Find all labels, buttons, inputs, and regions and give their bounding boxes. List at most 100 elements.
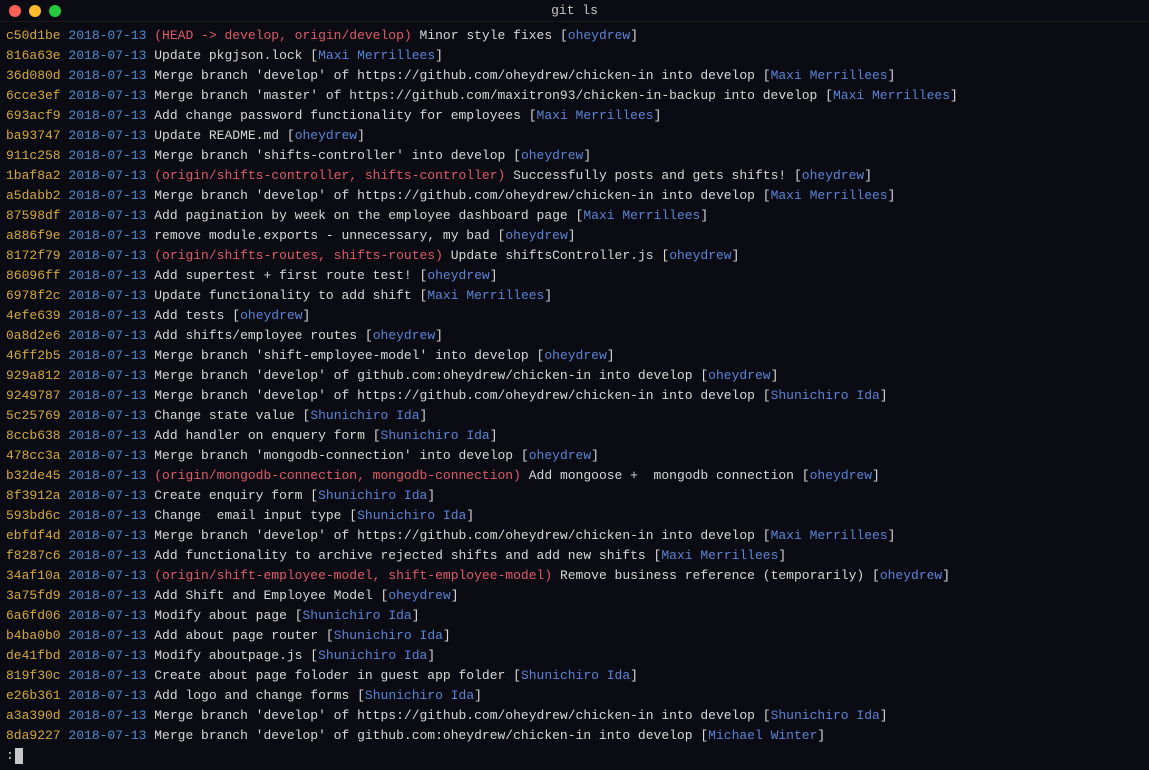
commit-message: Add pagination by week on the employee d… (154, 208, 567, 223)
terminal-output[interactable]: c50d1be 2018-07-13 (HEAD -> develop, ori… (0, 22, 1149, 770)
bracket-close: ] (630, 28, 638, 43)
bracket-open: [ (700, 728, 708, 743)
commit-line: 8f3912a 2018-07-13 Create enquiry form [… (6, 486, 1143, 506)
commit-author: oheydrew (880, 568, 942, 583)
bracket-open: [ (825, 88, 833, 103)
commit-hash: a3a390d (6, 708, 61, 723)
commit-hash: f8287c6 (6, 548, 61, 563)
cursor (15, 748, 23, 764)
bracket-close: ] (544, 288, 552, 303)
commit-date: 2018-07-13 (68, 388, 146, 403)
commit-author: Maxi Merrillees (583, 208, 700, 223)
commit-hash: 5c25769 (6, 408, 61, 423)
commit-date: 2018-07-13 (68, 608, 146, 623)
commit-line: e26b361 2018-07-13 Add logo and change f… (6, 686, 1143, 706)
bracket-open: [ (763, 388, 771, 403)
commit-message: Add change password functionality for em… (154, 108, 521, 123)
commit-message: remove module.exports - unnecessary, my … (154, 228, 489, 243)
commit-line: 8172f79 2018-07-13 (origin/shifts-routes… (6, 246, 1143, 266)
bracket-close: ] (864, 168, 872, 183)
commit-line: ba93747 2018-07-13 Update README.md [ohe… (6, 126, 1143, 146)
commit-hash: 1baf8a2 (6, 168, 61, 183)
commit-hash: 6978f2c (6, 288, 61, 303)
commit-message: Merge branch 'develop' of github.com:ohe… (154, 368, 692, 383)
commit-line: 1baf8a2 2018-07-13 (origin/shifts-contro… (6, 166, 1143, 186)
commit-hash: ebfdf4d (6, 528, 61, 543)
bracket-open: [ (287, 128, 295, 143)
bracket-open: [ (310, 648, 318, 663)
commit-author: Maxi Merrillees (771, 528, 888, 543)
commit-date: 2018-07-13 (68, 568, 146, 583)
commit-hash: ba93747 (6, 128, 61, 143)
commit-author: Shunichiro Ida (303, 608, 412, 623)
commit-hash: 9249787 (6, 388, 61, 403)
commit-date: 2018-07-13 (68, 88, 146, 103)
commit-line: 87598df 2018-07-13 Add pagination by wee… (6, 206, 1143, 226)
commit-author: oheydrew (802, 168, 864, 183)
commit-line: b4ba0b0 2018-07-13 Add about page router… (6, 626, 1143, 646)
commit-line: 36d080d 2018-07-13 Merge branch 'develop… (6, 66, 1143, 86)
bracket-open: [ (763, 528, 771, 543)
bracket-open: [ (310, 488, 318, 503)
commit-message: Update functionality to add shift (154, 288, 411, 303)
bracket-close: ] (583, 148, 591, 163)
commit-line: 86096ff 2018-07-13 Add supertest + first… (6, 266, 1143, 286)
commit-author: Maxi Merrillees (833, 88, 950, 103)
commit-date: 2018-07-13 (68, 628, 146, 643)
commit-hash: 34af10a (6, 568, 61, 583)
commit-author: oheydrew (505, 228, 567, 243)
commit-hash: a886f9e (6, 228, 61, 243)
commit-hash: 478cc3a (6, 448, 61, 463)
bracket-open: [ (763, 68, 771, 83)
bracket-close: ] (817, 728, 825, 743)
commit-author: Maxi Merrillees (427, 288, 544, 303)
bracket-close: ] (466, 508, 474, 523)
title-bar: git ls (0, 0, 1149, 22)
commit-author: oheydrew (427, 268, 489, 283)
pager-prompt[interactable]: : (6, 746, 1143, 766)
commit-date: 2018-07-13 (68, 68, 146, 83)
minimize-button[interactable] (29, 5, 41, 17)
bracket-close: ] (435, 328, 443, 343)
commit-hash: de41fbd (6, 648, 61, 663)
commit-hash: 4efe639 (6, 308, 61, 323)
commit-date: 2018-07-13 (68, 148, 146, 163)
commit-date: 2018-07-13 (68, 488, 146, 503)
commit-message: Merge branch 'develop' of https://github… (154, 68, 755, 83)
commit-date: 2018-07-13 (68, 668, 146, 683)
commit-hash: 46ff2b5 (6, 348, 61, 363)
commit-author: oheydrew (568, 28, 630, 43)
close-button[interactable] (9, 5, 21, 17)
commit-hash: b4ba0b0 (6, 628, 61, 643)
maximize-button[interactable] (49, 5, 61, 17)
commit-hash: b32de45 (6, 468, 61, 483)
commit-hash: 693acf9 (6, 108, 61, 123)
commit-message: Add logo and change forms (154, 688, 349, 703)
commit-author: Maxi Merrillees (661, 548, 778, 563)
commit-message: Merge branch 'develop' of github.com:ohe… (154, 728, 692, 743)
commit-hash: 86096ff (6, 268, 61, 283)
commit-message: Add shifts/employee routes (154, 328, 357, 343)
commit-message: Modify about page (154, 608, 287, 623)
commit-message: Merge branch 'master' of https://github.… (154, 88, 817, 103)
bracket-close: ] (412, 608, 420, 623)
bracket-open: [ (700, 368, 708, 383)
commit-refs: (origin/mongodb-connection, mongodb-conn… (154, 468, 521, 483)
commit-author: oheydrew (373, 328, 435, 343)
commit-message: Merge branch 'develop' of https://github… (154, 708, 755, 723)
commit-message: Add functionality to archive rejected sh… (154, 548, 645, 563)
commit-date: 2018-07-13 (68, 108, 146, 123)
bracket-close: ] (888, 68, 896, 83)
bracket-close: ] (303, 308, 311, 323)
commit-line: a886f9e 2018-07-13 remove module.exports… (6, 226, 1143, 246)
commit-line: 819f30c 2018-07-13 Create about page fol… (6, 666, 1143, 686)
commit-hash: 8f3912a (6, 488, 61, 503)
commit-author: Shunichiro Ida (357, 508, 466, 523)
commit-author: Shunichiro Ida (310, 408, 419, 423)
commit-author: Shunichiro Ida (318, 488, 427, 503)
commit-date: 2018-07-13 (68, 288, 146, 303)
bracket-open: [ (310, 48, 318, 63)
commit-author: oheydrew (521, 148, 583, 163)
commit-message: Remove business reference (temporarily) (560, 568, 864, 583)
commit-date: 2018-07-13 (68, 228, 146, 243)
